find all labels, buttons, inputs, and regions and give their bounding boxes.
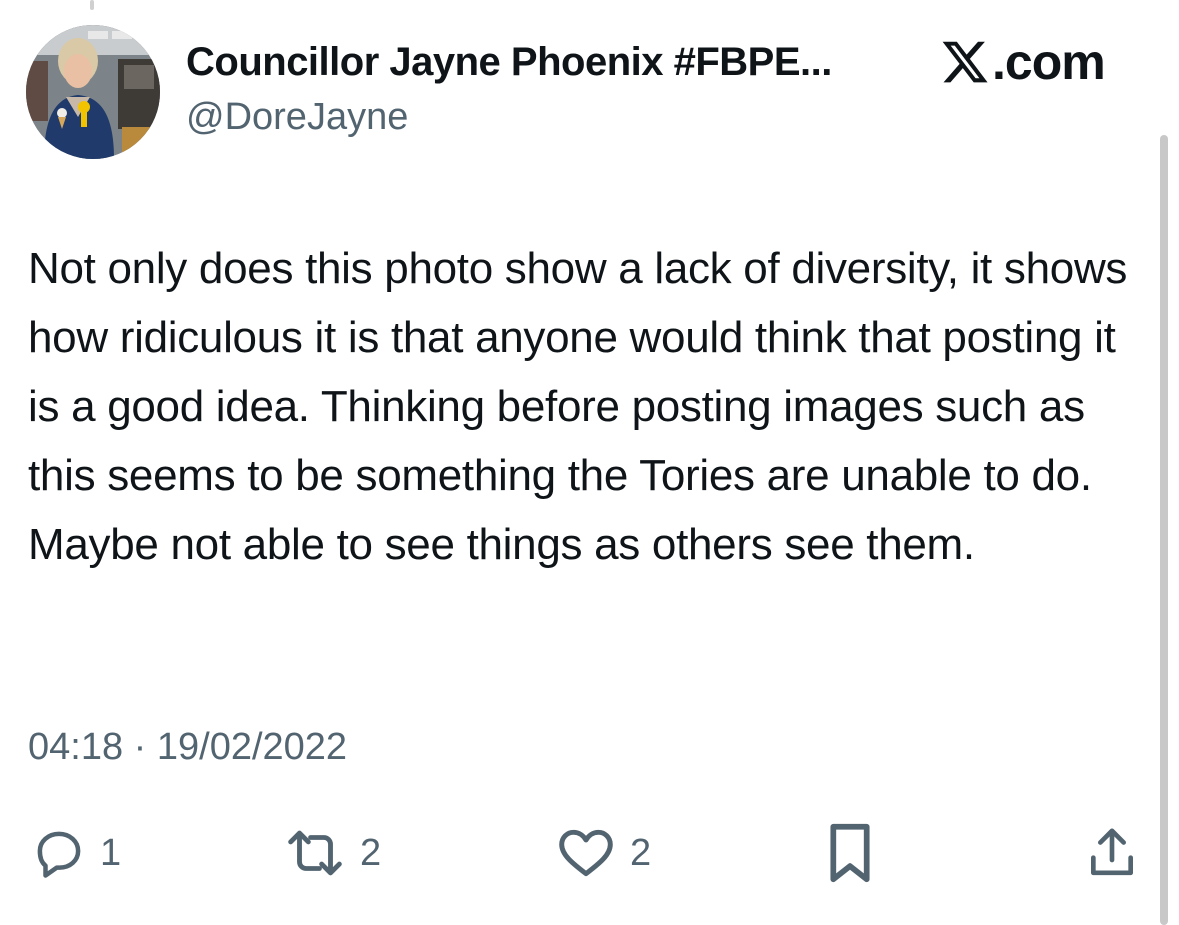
author-handle[interactable]: @DoreJayne xyxy=(186,96,408,139)
scrollbar[interactable] xyxy=(1160,135,1168,925)
reply-button[interactable]: 1 xyxy=(32,822,121,884)
bookmark-icon xyxy=(830,823,870,883)
x-logo-icon xyxy=(942,41,988,83)
share-icon xyxy=(1091,828,1133,876)
like-button[interactable]: 2 xyxy=(556,822,651,884)
repost-icon xyxy=(288,830,342,876)
reply-count: 1 xyxy=(100,831,122,874)
brand-domain: .com xyxy=(992,34,1106,90)
heart-icon xyxy=(559,829,613,877)
repost-button[interactable]: 2 xyxy=(284,822,381,884)
avatar[interactable] xyxy=(26,25,160,159)
author-display-name[interactable]: Councillor Jayne Phoenix #FBPE... xyxy=(186,40,832,85)
share-button[interactable] xyxy=(1084,822,1140,884)
tweet-timestamp[interactable]: 04:18 · 19/02/2022 xyxy=(28,726,347,769)
repost-count: 2 xyxy=(360,831,382,874)
like-count: 2 xyxy=(630,831,652,874)
bookmark-button[interactable] xyxy=(826,822,874,884)
reply-icon xyxy=(37,831,81,878)
avatar-photo xyxy=(26,25,160,159)
brand-watermark: .com xyxy=(940,34,1106,90)
tweet-text: Not only does this photo show a lack of … xyxy=(28,244,1128,569)
top-edge-mark xyxy=(90,0,94,10)
